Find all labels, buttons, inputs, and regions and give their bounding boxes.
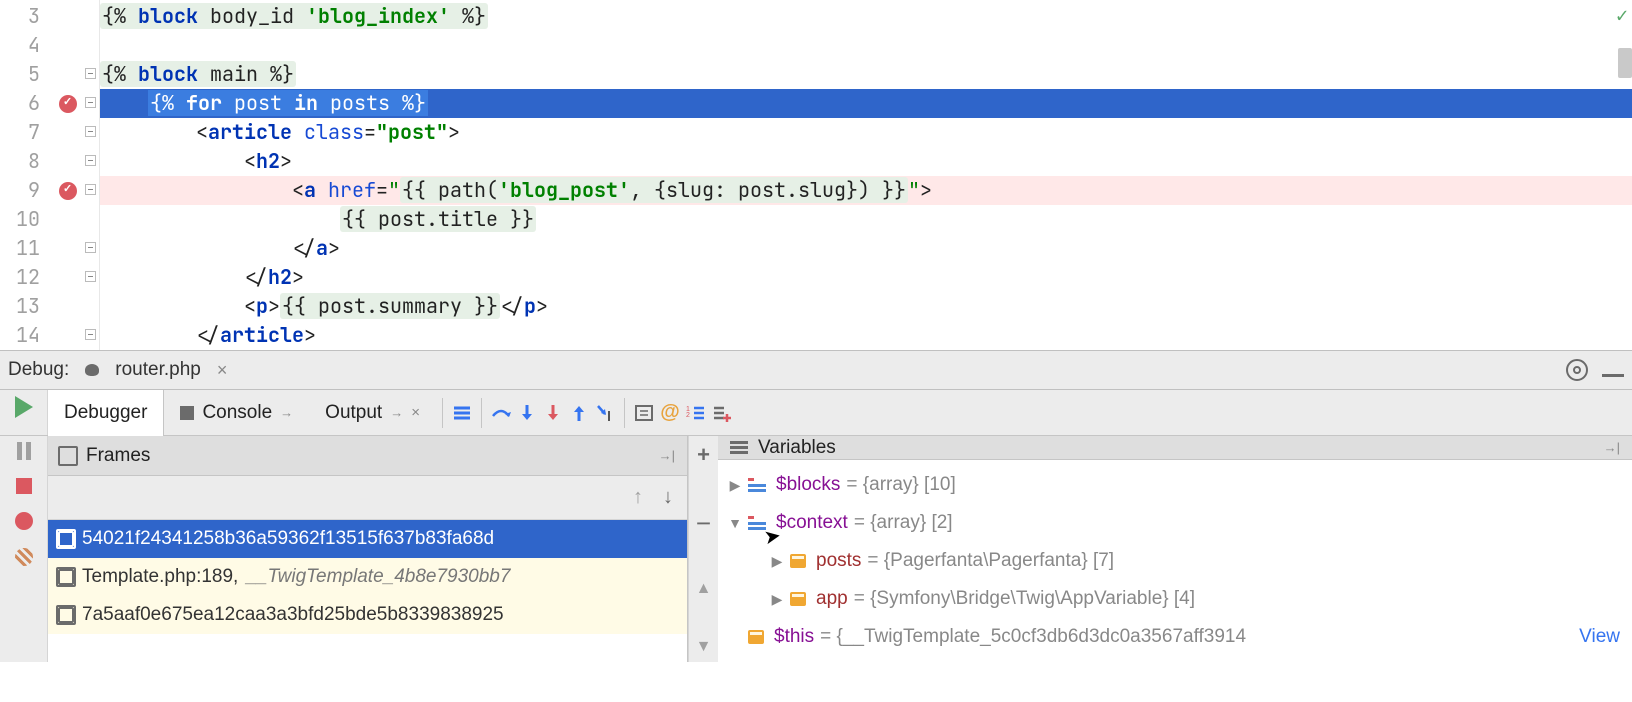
fold-gutter[interactable] — [84, 0, 100, 350]
stack-frame-icon — [58, 569, 74, 585]
svg-text:2: 2 — [686, 412, 690, 419]
fold-toggle-icon[interactable] — [85, 271, 96, 282]
tab-debugger[interactable]: Debugger — [48, 390, 164, 436]
debug-side-toolbar — [0, 436, 48, 662]
settings-icon[interactable] — [1566, 359, 1588, 381]
bug-icon — [83, 361, 101, 379]
variables-tree[interactable]: ▶ $blocks = {array} [10] ▼ $context = {a… — [718, 460, 1632, 662]
line-number-gutter: 3 4 5 6 7 8 9 10 11 12 13 14 — [0, 0, 52, 350]
next-frame-icon[interactable]: ↓ — [663, 486, 673, 509]
show-threads-icon[interactable] — [449, 400, 475, 426]
collapse-icon[interactable]: ▼ — [728, 515, 742, 531]
view-link[interactable]: View — [1579, 626, 1620, 648]
force-step-into-icon[interactable] — [540, 400, 566, 426]
frames-list[interactable]: 54021f24341258b36a59362f13515f637b83fa68… — [48, 520, 687, 662]
breakpoint-gutter[interactable] — [52, 0, 84, 350]
fold-toggle-icon[interactable] — [85, 97, 96, 108]
stack-frame-icon — [58, 531, 74, 547]
scroll-down-icon[interactable]: ▼ — [696, 638, 712, 656]
evaluate-expression-icon[interactable] — [631, 400, 657, 426]
variable-row[interactable]: ▶ $blocks = {array} [10] — [718, 466, 1632, 504]
breakpoint-marker[interactable] — [59, 182, 77, 200]
stop-icon[interactable] — [16, 478, 32, 494]
code-editor[interactable]: 3 4 5 6 7 8 9 10 11 12 13 14 {% block bo… — [0, 0, 1632, 350]
tab-console[interactable]: Console→ — [164, 390, 309, 436]
variables-icon — [730, 441, 748, 454]
variable-row[interactable]: ▶ posts = {Pagerfanta\Pagerfanta} [7] — [718, 542, 1632, 580]
inspection-ok-icon[interactable]: ✓ — [1616, 2, 1628, 28]
step-over-icon[interactable] — [488, 400, 514, 426]
frames-scroll-controls: + − ▲ ▼ — [688, 436, 718, 662]
stack-frame-icon — [58, 607, 74, 623]
fold-toggle-icon[interactable] — [85, 126, 96, 137]
code-area[interactable]: {% block body_id 'blog_index' %} {% bloc… — [100, 0, 1632, 350]
close-icon[interactable]: × — [411, 404, 420, 421]
step-out-icon[interactable] — [566, 400, 592, 426]
debug-session-tab[interactable]: router.php — [115, 359, 201, 381]
variable-row[interactable]: ▶ app = {Symfony\Bridge\Twig\AppVariable… — [718, 580, 1632, 618]
debug-left-toolbar — [0, 390, 48, 435]
object-icon — [748, 630, 764, 644]
mute-breakpoints-icon[interactable] — [15, 548, 33, 566]
fold-toggle-icon[interactable] — [85, 242, 96, 253]
detach-icon[interactable]: →| — [659, 448, 675, 463]
scroll-up-icon[interactable]: ▲ — [696, 580, 712, 598]
add-icon[interactable]: + — [697, 442, 710, 468]
run-to-cursor-icon[interactable] — [592, 400, 618, 426]
fold-toggle-icon[interactable] — [85, 329, 96, 340]
variables-title: Variables — [758, 437, 836, 459]
debug-panels: Frames →| ↑ ↓ 54021f24341258b36a59362f13… — [0, 436, 1632, 662]
array-icon — [748, 478, 766, 492]
object-icon — [790, 554, 806, 568]
resume-icon[interactable] — [15, 396, 33, 418]
variable-row[interactable]: $this = {__TwigTemplate_5c0cf3db6d3dc0a3… — [718, 618, 1632, 656]
watch-icon[interactable]: @ — [657, 400, 683, 426]
detach-icon[interactable]: →| — [1604, 440, 1620, 455]
expand-icon[interactable]: ▶ — [728, 477, 742, 494]
debug-label: Debug: — [8, 359, 69, 381]
fold-toggle-icon[interactable] — [85, 68, 96, 79]
minimize-icon[interactable] — [1602, 374, 1624, 377]
remove-icon[interactable]: − — [696, 508, 711, 539]
fold-toggle-icon[interactable] — [85, 155, 96, 166]
variable-row[interactable]: ▼ $context = {array} [2] — [718, 504, 1632, 542]
add-watch-icon[interactable] — [709, 400, 735, 426]
list-icon[interactable]: 12 — [683, 400, 709, 426]
close-icon[interactable]: × — [217, 360, 228, 381]
tab-output[interactable]: Output→× — [309, 390, 436, 436]
previous-frame-icon[interactable]: ↑ — [633, 486, 643, 509]
frame-row[interactable]: Template.php:189, __TwigTemplate_4b8e793… — [48, 558, 687, 596]
debug-toolwindow-header: Debug: router.php × — [0, 350, 1632, 390]
variables-panel: Variables →| ▶ $blocks = {array} [10] ▼ … — [718, 436, 1632, 662]
frame-row[interactable]: 7a5aaf0e675ea12caa3a3bfd25bde5b833983892… — [48, 596, 687, 634]
expand-icon[interactable]: ▶ — [770, 553, 784, 570]
frames-panel: Frames →| ↑ ↓ 54021f24341258b36a59362f13… — [48, 436, 688, 662]
console-icon — [180, 406, 194, 420]
scrollbar-thumb[interactable] — [1618, 48, 1632, 78]
fold-toggle-icon[interactable] — [85, 184, 96, 195]
frame-row[interactable]: 54021f24341258b36a59362f13515f637b83fa68… — [48, 520, 687, 558]
step-into-icon[interactable] — [514, 400, 540, 426]
frames-toolbar: ↑ ↓ — [48, 476, 687, 520]
breakpoint-marker[interactable] — [59, 95, 77, 113]
debug-tabs-row: Debugger Console→ Output→× @ 12 — [0, 390, 1632, 436]
expand-icon[interactable]: ▶ — [770, 591, 784, 608]
object-icon — [790, 592, 806, 606]
frames-title: Frames — [86, 445, 150, 467]
frames-icon — [60, 448, 76, 464]
pause-icon[interactable] — [17, 442, 31, 460]
view-breakpoints-icon[interactable] — [15, 512, 33, 530]
